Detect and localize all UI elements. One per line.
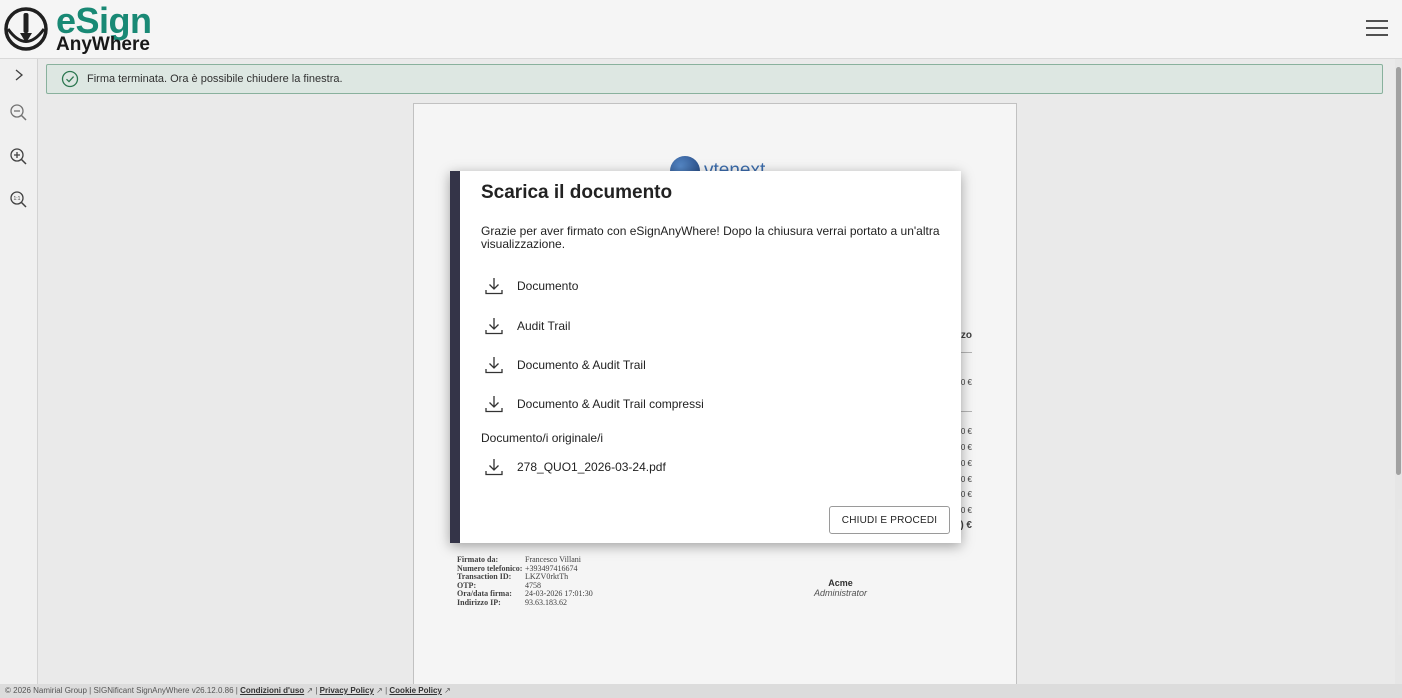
- download-label: 278_QUO1_2026-03-24.pdf: [517, 460, 666, 474]
- download-audit-trail-button[interactable]: Audit Trail: [484, 316, 570, 336]
- footer-copyright: © 2026 Namirial Group | SIGNificant Sign…: [5, 686, 241, 695]
- download-icon: [485, 396, 503, 413]
- cookie-link[interactable]: Cookie Policy: [389, 686, 441, 695]
- dialog-description: Grazie per aver firmato con eSignAnyWher…: [481, 224, 940, 251]
- download-icon: [485, 318, 503, 335]
- external-link-icon: ↗: [376, 686, 383, 695]
- footer: © 2026 Namirial Group | SIGNificant Sign…: [0, 684, 1402, 698]
- download-label: Audit Trail: [517, 319, 571, 333]
- download-icon: [485, 357, 503, 374]
- download-dialog: Scarica il documento Grazie per aver fir…: [450, 171, 961, 543]
- download-original-file-button[interactable]: 278_QUO1_2026-03-24.pdf: [484, 457, 666, 477]
- download-document-and-audit-button[interactable]: Documento & Audit Trail: [484, 355, 646, 375]
- terms-link[interactable]: Condizioni d'uso: [240, 686, 304, 695]
- download-label: Documento: [517, 279, 579, 293]
- dialog-title: Scarica il documento: [481, 182, 673, 203]
- download-icon: [485, 278, 503, 295]
- external-link-icon: ↗: [444, 686, 451, 695]
- download-document-button[interactable]: Documento: [484, 276, 578, 296]
- original-documents-label: Documento/i originale/i: [481, 431, 604, 445]
- download-compressed-button[interactable]: Documento & Audit Trail compressi: [484, 394, 704, 414]
- download-label: Documento & Audit Trail: [517, 358, 646, 372]
- download-label: Documento & Audit Trail compressi: [517, 397, 704, 411]
- download-icon: [485, 459, 503, 476]
- close-and-proceed-button[interactable]: CHIUDI E PROCEDI: [829, 506, 950, 534]
- privacy-link[interactable]: Privacy Policy: [320, 686, 374, 695]
